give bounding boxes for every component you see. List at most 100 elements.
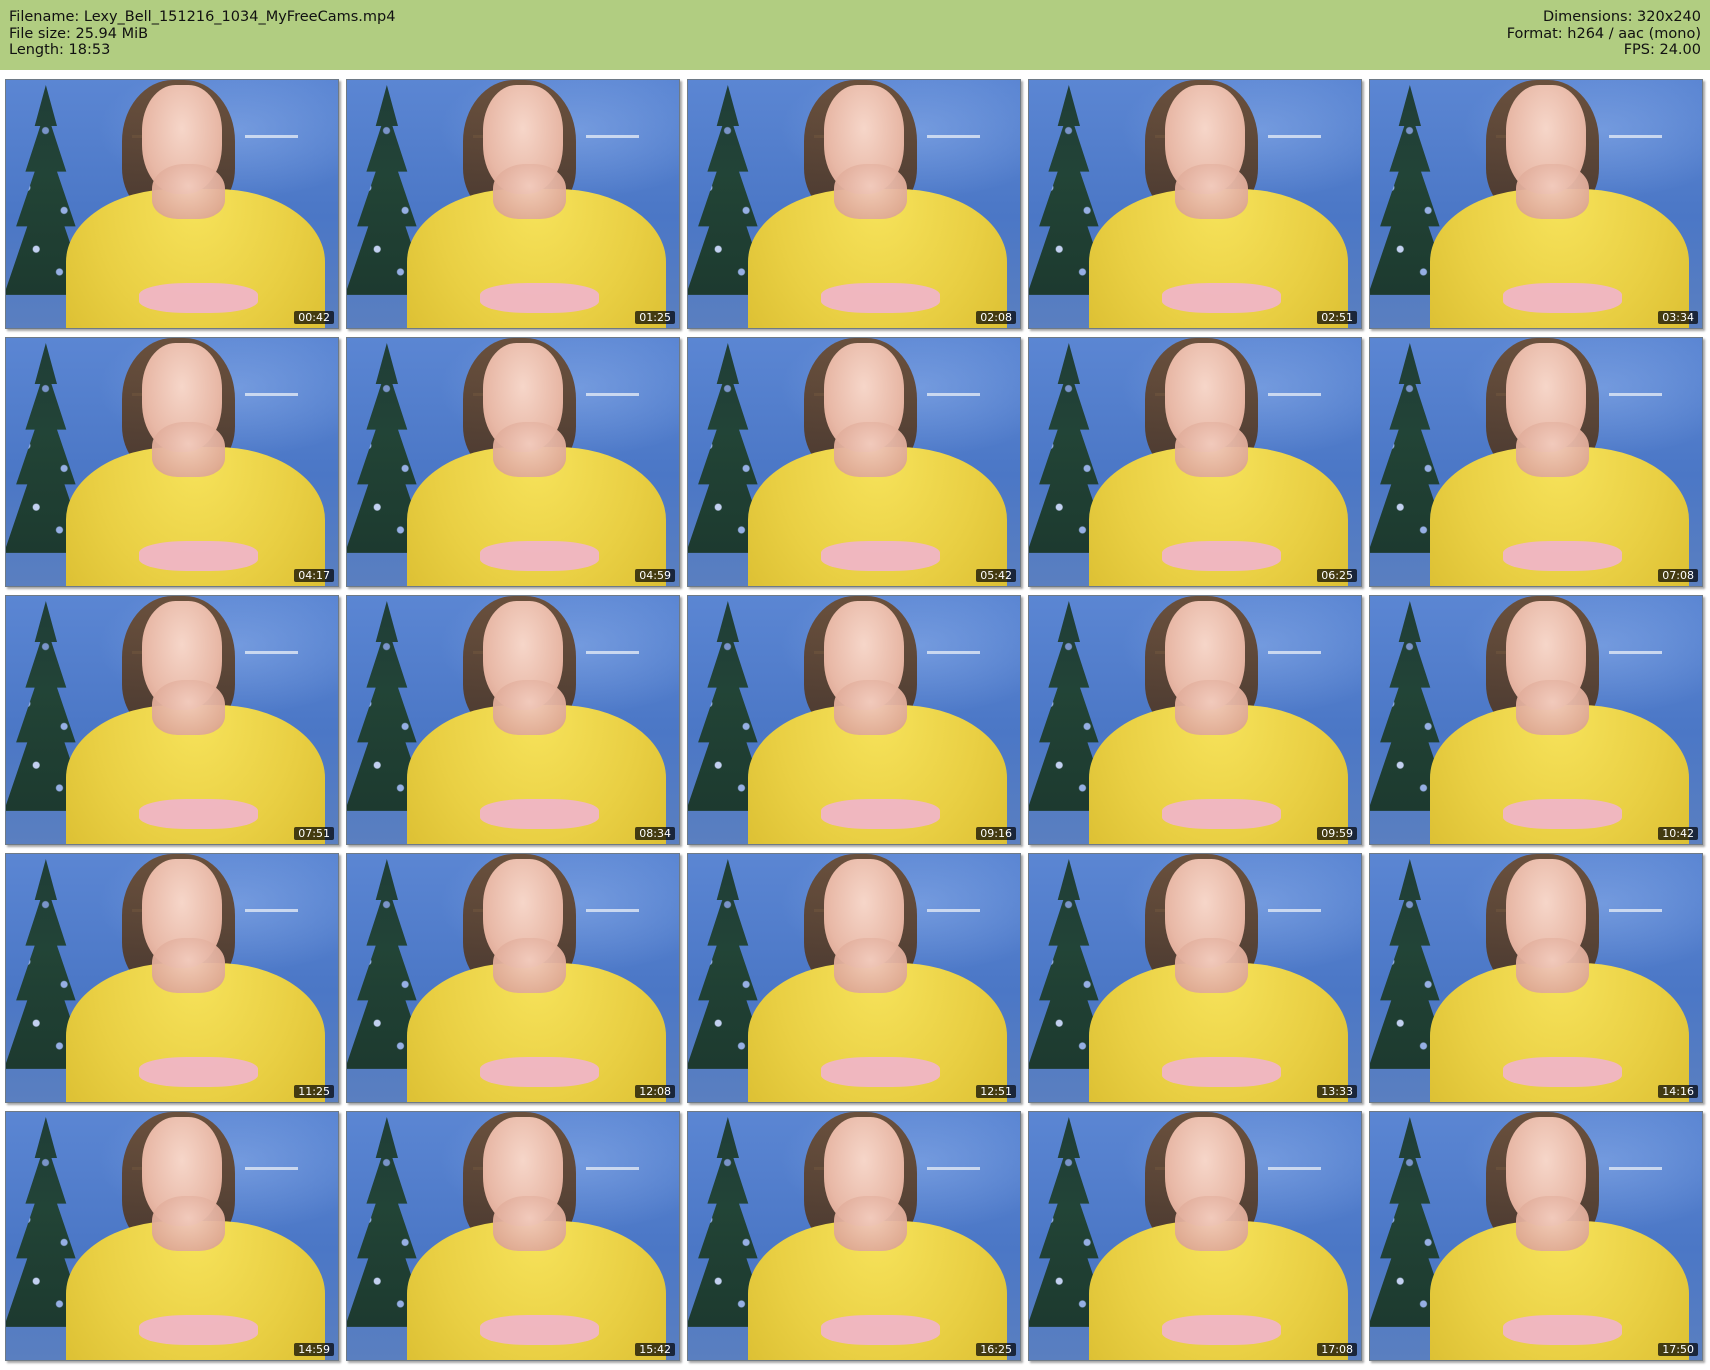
thumbnail-timestamp: 09:59 [1317, 827, 1357, 840]
hand-shape [493, 422, 567, 477]
thumbnail-timestamp: 07:51 [294, 827, 334, 840]
thumbnail-timestamp: 00:42 [294, 311, 334, 324]
hand-shape [834, 1196, 908, 1251]
hand-shape [1516, 1196, 1590, 1251]
thumbnail-timestamp: 08:34 [635, 827, 675, 840]
thumbnail-timestamp: 12:51 [976, 1085, 1016, 1098]
thumbnail-timestamp: 11:25 [294, 1085, 334, 1098]
sweater-print-shape [1502, 283, 1623, 314]
video-thumbnail[interactable]: 07:08 [1369, 337, 1703, 587]
sweater-print-shape [479, 283, 600, 314]
hand-shape [1516, 938, 1590, 993]
video-thumbnail[interactable]: 16:25 [687, 1111, 1021, 1361]
video-thumbnail[interactable]: 17:08 [1028, 1111, 1362, 1361]
hand-shape [152, 680, 226, 735]
thumbnail-shelf [927, 1166, 981, 1170]
thumbnail-shelf [245, 908, 299, 912]
thumbnail-shelf [927, 134, 981, 138]
thumbnail-timestamp: 16:25 [976, 1343, 1016, 1356]
sweater-print-shape [479, 799, 600, 830]
video-thumbnail[interactable]: 08:34 [346, 595, 680, 845]
video-thumbnail[interactable]: 02:51 [1028, 79, 1362, 329]
file-metadata-right: Dimensions: 320x240 Format: h264 / aac (… [1507, 9, 1701, 59]
hand-shape [1175, 164, 1249, 219]
video-thumbnail[interactable]: 12:51 [687, 853, 1021, 1103]
sweater-print-shape [138, 1057, 259, 1088]
thumbnail-shelf [1268, 650, 1322, 654]
hand-shape [493, 164, 567, 219]
sweater-print-shape [1161, 541, 1282, 572]
thumbnail-shelf [245, 650, 299, 654]
thumbnail-timestamp: 04:59 [635, 569, 675, 582]
hand-shape [152, 422, 226, 477]
sweater-print-shape [138, 283, 259, 314]
video-thumbnail[interactable]: 05:42 [687, 337, 1021, 587]
thumbnail-timestamp: 04:17 [294, 569, 334, 582]
hand-shape [1175, 938, 1249, 993]
hand-shape [834, 422, 908, 477]
thumbnail-timestamp: 17:08 [1317, 1343, 1357, 1356]
thumbnail-shelf [245, 134, 299, 138]
thumbnail-timestamp: 01:25 [635, 311, 675, 324]
sweater-print-shape [820, 541, 941, 572]
hand-shape [493, 1196, 567, 1251]
thumbnail-timestamp: 17:50 [1658, 1343, 1698, 1356]
hand-shape [152, 1196, 226, 1251]
video-thumbnail[interactable]: 06:25 [1028, 337, 1362, 587]
dimensions-label: Dimensions: 320x240 [1542, 9, 1701, 25]
video-thumbnail[interactable]: 04:17 [5, 337, 339, 587]
video-thumbnail[interactable]: 01:25 [346, 79, 680, 329]
sweater-print-shape [1502, 1315, 1623, 1346]
sweater-print-shape [138, 799, 259, 830]
hand-shape [1175, 1196, 1249, 1251]
video-thumbnail[interactable]: 03:34 [1369, 79, 1703, 329]
sweater-print-shape [138, 541, 259, 572]
video-thumbnail[interactable]: 02:08 [687, 79, 1021, 329]
video-thumbnail[interactable]: 09:16 [687, 595, 1021, 845]
video-thumbnail[interactable]: 14:16 [1369, 853, 1703, 1103]
hand-shape [152, 164, 226, 219]
video-thumbnail[interactable]: 10:42 [1369, 595, 1703, 845]
thumbnail-timestamp: 03:34 [1658, 311, 1698, 324]
thumbnail-timestamp: 02:08 [976, 311, 1016, 324]
sweater-print-shape [1502, 1057, 1623, 1088]
sweater-print-shape [479, 541, 600, 572]
video-thumbnail[interactable]: 13:33 [1028, 853, 1362, 1103]
video-thumbnail[interactable]: 14:59 [5, 1111, 339, 1361]
hand-shape [152, 938, 226, 993]
sweater-print-shape [1161, 1315, 1282, 1346]
hand-shape [1516, 164, 1590, 219]
sweater-print-shape [1502, 541, 1623, 572]
thumbnail-shelf [1609, 908, 1663, 912]
thumbnail-shelf [927, 908, 981, 912]
hand-shape [1175, 680, 1249, 735]
hand-shape [834, 680, 908, 735]
sweater-print-shape [479, 1315, 600, 1346]
thumbnail-timestamp: 05:42 [976, 569, 1016, 582]
thumbnail-shelf [1609, 134, 1663, 138]
thumbnail-shelf [1609, 1166, 1663, 1170]
sweater-print-shape [820, 1315, 941, 1346]
sweater-print-shape [820, 1057, 941, 1088]
sweater-print-shape [1502, 799, 1623, 830]
thumbnail-timestamp: 14:59 [294, 1343, 334, 1356]
video-thumbnail[interactable]: 07:51 [5, 595, 339, 845]
hand-shape [1516, 680, 1590, 735]
file-metadata-left: Filename: Lexy_Bell_151216_1034_MyFreeCa… [9, 9, 395, 59]
thumbnail-shelf [586, 392, 640, 396]
video-thumbnail[interactable]: 12:08 [346, 853, 680, 1103]
video-thumbnail[interactable]: 04:59 [346, 337, 680, 587]
hand-shape [493, 680, 567, 735]
file-size-label: File size: 25.94 MiB [9, 25, 149, 42]
video-thumbnail[interactable]: 17:50 [1369, 1111, 1703, 1361]
hand-shape [1516, 422, 1590, 477]
video-thumbnail[interactable]: 09:59 [1028, 595, 1362, 845]
contact-sheet-header: Filename: Lexy_Bell_151216_1034_MyFreeCa… [0, 0, 1710, 70]
video-thumbnail[interactable]: 00:42 [5, 79, 339, 329]
thumbnail-shelf [586, 650, 640, 654]
thumbnail-shelf [586, 1166, 640, 1170]
thumbnail-shelf [1268, 1166, 1322, 1170]
video-thumbnail[interactable]: 11:25 [5, 853, 339, 1103]
thumbnail-timestamp: 13:33 [1317, 1085, 1357, 1098]
video-thumbnail[interactable]: 15:42 [346, 1111, 680, 1361]
